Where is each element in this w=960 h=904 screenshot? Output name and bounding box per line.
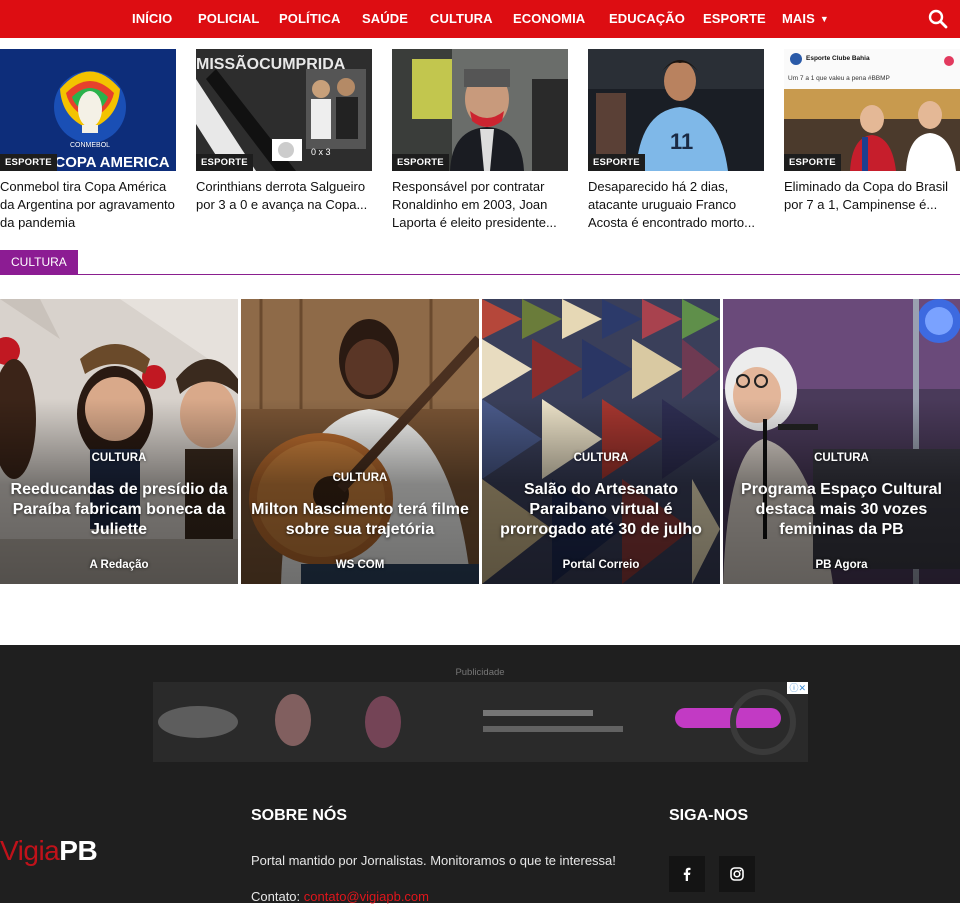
feature-source: WS COM [335, 559, 385, 571]
feature-card[interactable]: CULTURA Reeducandas de presídio da Paraí… [0, 299, 238, 584]
news-thumbnail: CONMEBOL COPA AMERICA ESPORTE [0, 49, 176, 171]
nav-item-policial[interactable]: POLICIAL [198, 0, 259, 38]
news-title[interactable]: Responsável por contratar Ronaldinho em … [392, 178, 572, 232]
news-thumbnail: Esporte Clube Bahia Um 7 a 1 que valeu a… [784, 49, 960, 171]
top-navigation-bar: INÍCIO POLICIAL POLÍTICA SAÚDE CULTURA E… [0, 0, 960, 38]
logo-text-white: PB [59, 835, 98, 866]
nav-item-educacao[interactable]: EDUCAÇÃO [609, 0, 685, 38]
bahia-tweet-image: Esporte Clube Bahia Um 7 a 1 que valeu a… [784, 49, 960, 171]
news-card[interactable]: 11 ESPORTE Desaparecido há 2 dias, ataca… [588, 49, 764, 232]
section-header: CULTURA [0, 250, 960, 275]
ad-image [153, 682, 808, 762]
feature-category: CULTURA [573, 452, 629, 464]
feature-card[interactable]: CULTURA Programa Espaço Cultural destaca… [723, 299, 960, 584]
news-card[interactable]: Esporte Clube Bahia Um 7 a 1 que valeu a… [784, 49, 960, 214]
category-badge: ESPORTE [196, 154, 253, 171]
feature-title[interactable]: Programa Espaço Cultural destaca mais 30… [733, 480, 950, 540]
category-badge: ESPORTE [0, 154, 57, 171]
feature-title[interactable]: Reeducandas de presídio da Paraíba fabri… [10, 480, 228, 540]
facebook-icon [683, 867, 691, 881]
news-title[interactable]: Eliminado da Copa do Brasil por 7 a 1, C… [784, 178, 960, 214]
image-jersey-number: 11 [670, 129, 693, 154]
news-title[interactable]: Desaparecido há 2 dias, atacante uruguai… [588, 178, 768, 232]
follow-heading: SIGA-NOS [669, 807, 749, 824]
nav-item-esporte[interactable]: ESPORTE [703, 0, 766, 38]
feature-title[interactable]: Salão do Artesanato Paraibano virtual é … [492, 480, 710, 540]
ad-choices-icon[interactable]: ⓘ✕ [787, 682, 808, 694]
nav-item-saude[interactable]: SAÚDE [362, 0, 408, 38]
nav-item-mais-label: MAIS [782, 11, 815, 26]
logo-text-red: Vigia [0, 835, 60, 866]
feature-source: A Redação [89, 559, 149, 571]
copa-america-image: CONMEBOL COPA AMERICA [0, 49, 176, 171]
image-text-copa-america: COPA AMERICA [54, 154, 169, 171]
image-text-missao-cumprida: MISSÃOCUMPRIDA [196, 53, 346, 73]
image-overlay [241, 299, 479, 584]
contact-email-link[interactable]: contato@vigiapb.com [304, 889, 429, 904]
feature-card[interactable]: CULTURA Salão do Artesanato Paraibano vi… [482, 299, 720, 584]
about-heading: SOBRE NÓS [251, 807, 348, 824]
feature-category: CULTURA [91, 452, 147, 464]
image-overlay [0, 299, 238, 584]
feature-category: CULTURA [332, 472, 388, 484]
feature-card[interactable]: CULTURA Milton Nascimento terá filme sob… [241, 299, 479, 584]
facebook-button[interactable] [669, 856, 705, 892]
news-title[interactable]: Conmebol tira Copa América da Argentina … [0, 178, 180, 232]
section-label-cultura[interactable]: CULTURA [0, 250, 78, 275]
search-icon[interactable] [928, 9, 948, 29]
news-card[interactable]: CONMEBOL COPA AMERICA ESPORTE Conmebol t… [0, 49, 176, 232]
image-score: 0 x 3 [311, 147, 331, 157]
image-tweet-caption: Um 7 a 1 que valeu a pena #BBMP [788, 75, 890, 82]
news-card[interactable]: ESPORTE Responsável por contratar Ronald… [392, 49, 568, 232]
chevron-down-icon: ▼ [819, 14, 829, 24]
image-tweet-account: Esporte Clube Bahia [806, 55, 870, 62]
about-text: Portal mantido por Jornalistas. Monitora… [251, 853, 616, 868]
corinthians-image: MISSÃOCUMPRIDA 0 x 3 [196, 49, 372, 171]
nav-item-economia[interactable]: ECONOMIA [513, 0, 585, 38]
image-text-conmebol: CONMEBOL [70, 142, 110, 149]
instagram-button[interactable] [719, 856, 755, 892]
site-footer: Publicidade ⓘ✕ VigiaPB SOBRE NÓS Portal … [0, 645, 960, 904]
news-title[interactable]: Corinthians derrota Salgueiro por 3 a 0 … [196, 178, 376, 214]
news-thumbnail: MISSÃOCUMPRIDA 0 x 3 ESPORTE [196, 49, 372, 171]
feature-source: PB Agora [815, 559, 868, 571]
instagram-icon [730, 867, 744, 881]
feature-title[interactable]: Milton Nascimento terá filme sobre sua t… [251, 500, 469, 540]
feature-category: CULTURA [814, 452, 869, 464]
category-badge: ESPORTE [588, 154, 645, 171]
image-overlay [482, 299, 720, 584]
contact-line: Contato: contato@vigiapb.com [251, 889, 429, 904]
main-menu: INÍCIO POLICIAL POLÍTICA SAÚDE CULTURA E… [0, 0, 960, 38]
nav-item-cultura[interactable]: CULTURA [430, 0, 493, 38]
advertisement-banner[interactable]: ⓘ✕ [153, 682, 808, 762]
news-thumbnail: 11 ESPORTE [588, 49, 764, 171]
nav-item-inicio[interactable]: INÍCIO [132, 0, 172, 38]
news-card[interactable]: MISSÃOCUMPRIDA 0 x 3 ESPORTE Corinthians… [196, 49, 372, 214]
site-logo[interactable]: VigiaPB [0, 835, 98, 867]
acosta-image: 11 [588, 49, 764, 171]
category-badge: ESPORTE [784, 154, 841, 171]
news-thumbnail: ESPORTE [392, 49, 568, 171]
image-overlay [723, 299, 960, 584]
category-badge: ESPORTE [392, 154, 449, 171]
nav-item-politica[interactable]: POLÍTICA [279, 0, 340, 38]
ad-label: Publicidade [455, 667, 505, 678]
feature-source: Portal Correio [562, 559, 640, 571]
laporta-image [392, 49, 568, 171]
nav-item-mais[interactable]: MAIS ▼ [782, 0, 829, 38]
contact-label: Contato: [251, 889, 301, 904]
